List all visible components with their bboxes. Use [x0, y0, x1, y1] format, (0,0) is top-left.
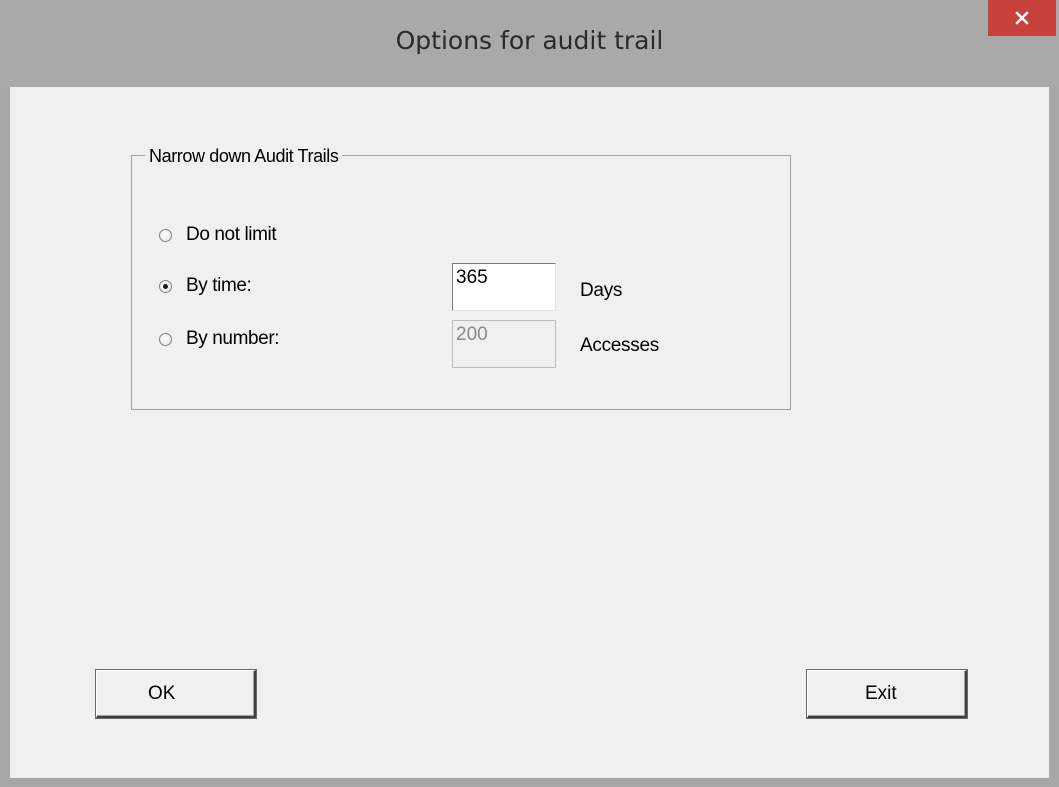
window-title: Options for audit trail	[395, 26, 664, 55]
exit-button-label: Exit	[865, 682, 897, 704]
close-icon	[1014, 10, 1030, 26]
radio-by-number[interactable]: By number:	[159, 328, 280, 350]
ok-button-label: OK	[148, 682, 176, 704]
close-button[interactable]	[988, 0, 1056, 36]
narrow-down-groupbox: Narrow down Audit Trails Do not limit By…	[131, 146, 791, 410]
radio-button[interactable]	[159, 332, 172, 346]
accesses-input: 200	[452, 320, 556, 368]
accesses-unit-label: Accesses	[580, 335, 659, 356]
radio-label-do-not-limit: Do not limit	[186, 224, 277, 245]
dialog-window: Options for audit trail Narrow down Audi…	[0, 0, 1059, 787]
radio-button[interactable]	[159, 228, 172, 242]
dialog-client-area: Narrow down Audit Trails Do not limit By…	[10, 87, 1049, 778]
radio-by-time[interactable]: By time:	[159, 275, 252, 297]
radio-label-by-time: By time:	[186, 275, 252, 296]
radio-button-checked[interactable]	[159, 279, 172, 293]
radio-do-not-limit[interactable]: Do not limit	[159, 224, 277, 246]
groupbox-legend: Narrow down Audit Trails	[145, 146, 343, 166]
days-input[interactable]: 365	[452, 263, 556, 311]
radio-label-by-number: By number:	[186, 328, 280, 349]
ok-button[interactable]: OK	[96, 670, 256, 718]
title-bar[interactable]: Options for audit trail	[0, 0, 1059, 87]
exit-button[interactable]: Exit	[807, 670, 967, 718]
days-unit-label: Days	[580, 280, 623, 301]
